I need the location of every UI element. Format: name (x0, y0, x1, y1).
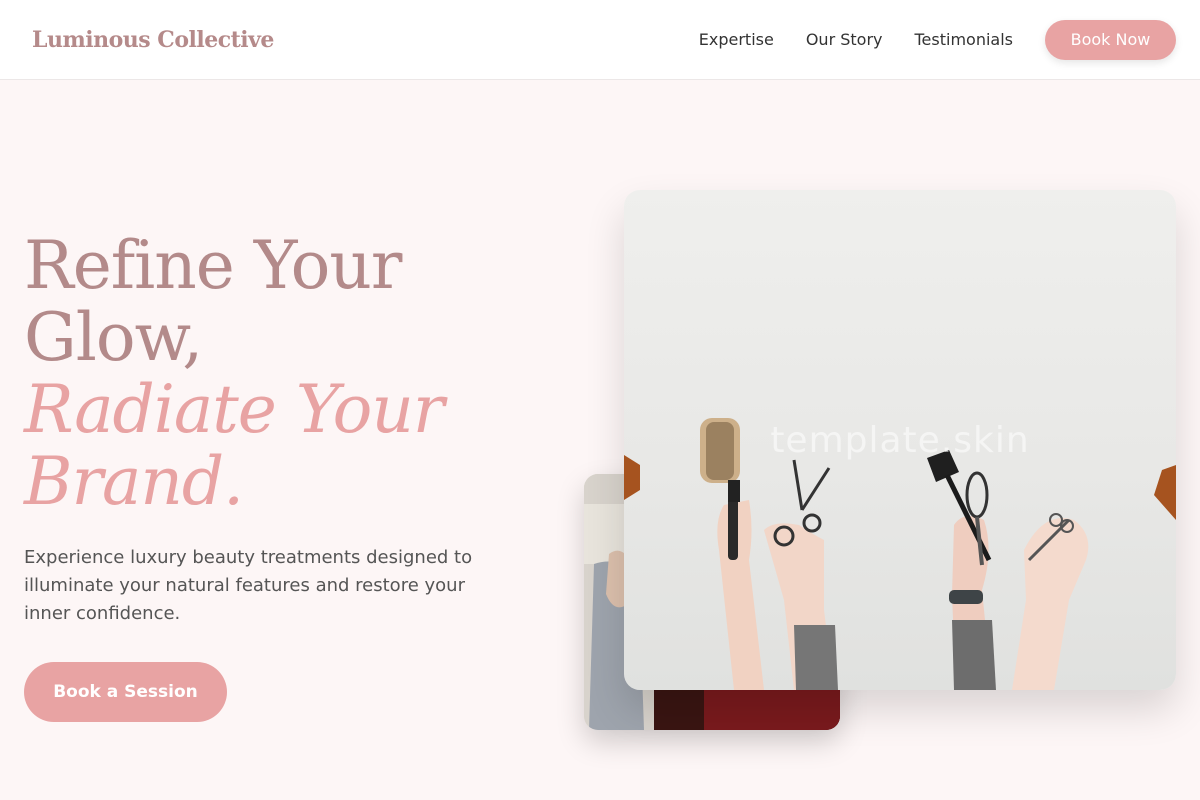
hero-headline: Refine Your Glow, Radiate Your Brand. (24, 230, 584, 518)
headline-line-1: Refine Your Glow, (24, 227, 402, 376)
book-session-button[interactable]: Book a Session (24, 662, 227, 722)
hero-description: Experience luxury beauty treatments desi… (24, 547, 473, 624)
hero-photo-tools: template.skin (624, 190, 1176, 690)
headline-accent: Radiate Your Brand. (24, 371, 444, 520)
book-now-button[interactable]: Book Now (1045, 19, 1176, 60)
site-header: Luminous Collective Expertise Our Story … (0, 0, 1200, 80)
image-watermark: template.skin (770, 420, 1030, 461)
nav-link-expertise[interactable]: Expertise (699, 30, 774, 49)
nav-link-testimonials[interactable]: Testimonials (915, 30, 1014, 49)
nav-link-our-story[interactable]: Our Story (806, 30, 883, 49)
brand-logo[interactable]: Luminous Collective (32, 27, 274, 53)
hero-content: Refine Your Glow, Radiate Your Brand. Ex… (24, 230, 584, 722)
main-nav: Expertise Our Story Testimonials Book No… (699, 19, 1176, 60)
